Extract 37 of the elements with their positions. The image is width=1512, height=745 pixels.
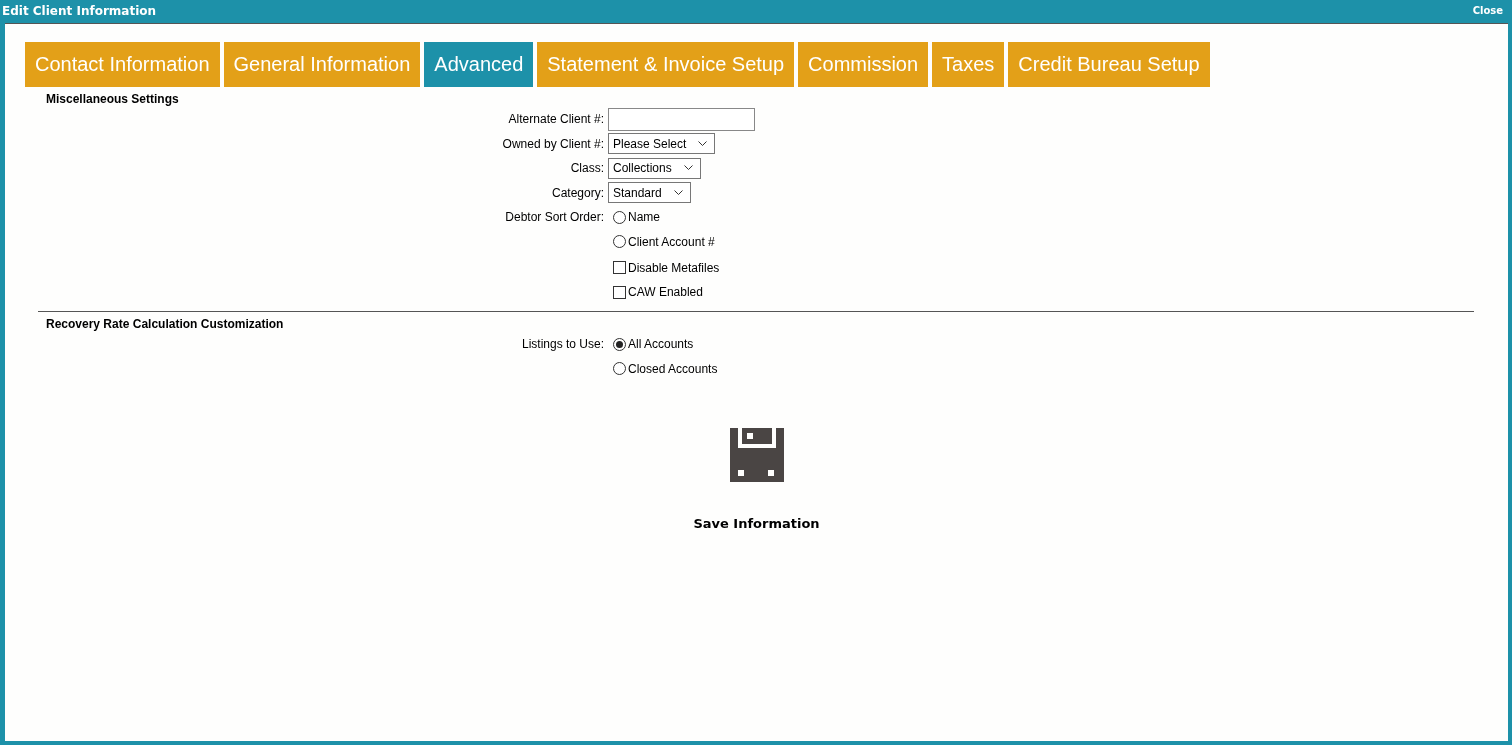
close-link[interactable]: Close xyxy=(1472,5,1503,16)
field-label: Debtor Sort Order: xyxy=(505,210,604,225)
window-title: Edit Client Information xyxy=(2,3,157,18)
checkbox-label: Disable Metafiles xyxy=(628,260,720,275)
caret-icon xyxy=(673,189,683,196)
tab[interactable]: General Information xyxy=(223,42,421,87)
save-information-button[interactable]: Save Information xyxy=(693,516,820,531)
tab[interactable]: Commission xyxy=(798,42,929,87)
option-label: Name xyxy=(628,210,660,225)
radio-button[interactable] xyxy=(613,362,626,376)
field-label: Class: xyxy=(570,161,604,176)
dropdown[interactable]: Standard xyxy=(608,182,691,204)
checkbox[interactable] xyxy=(613,285,626,299)
option-label: Client Account # xyxy=(628,234,715,249)
tab[interactable]: Credit Bureau Setup xyxy=(1008,42,1210,87)
option-label: Closed Accounts xyxy=(628,361,718,376)
tab[interactable]: Statement & Invoice Setup xyxy=(537,42,795,87)
tab[interactable]: Advanced xyxy=(424,42,534,87)
caret-icon xyxy=(683,165,693,172)
tab[interactable]: Taxes xyxy=(932,42,1005,87)
field-label: Alternate Client #: xyxy=(508,112,604,127)
checkbox-label: CAW Enabled xyxy=(628,285,703,300)
radio-button[interactable] xyxy=(613,210,626,224)
tab[interactable]: Contact Information xyxy=(25,42,220,87)
caret-icon xyxy=(698,140,708,147)
checkbox[interactable] xyxy=(613,261,626,275)
radio-button[interactable] xyxy=(613,337,626,351)
section-heading: Miscellaneous Settings xyxy=(45,91,180,108)
dropdown[interactable]: Collections xyxy=(608,157,701,179)
section-heading: Recovery Rate Calculation Customization xyxy=(45,316,285,333)
option-label: All Accounts xyxy=(628,337,694,352)
field-label: Category: xyxy=(551,185,604,200)
field-label: Listings to Use: xyxy=(521,337,604,352)
text-input-field[interactable] xyxy=(608,107,755,131)
field-label: Owned by Client #: xyxy=(502,136,604,151)
dropdown[interactable]: Please Select xyxy=(608,133,716,155)
radio-button[interactable] xyxy=(613,235,626,249)
